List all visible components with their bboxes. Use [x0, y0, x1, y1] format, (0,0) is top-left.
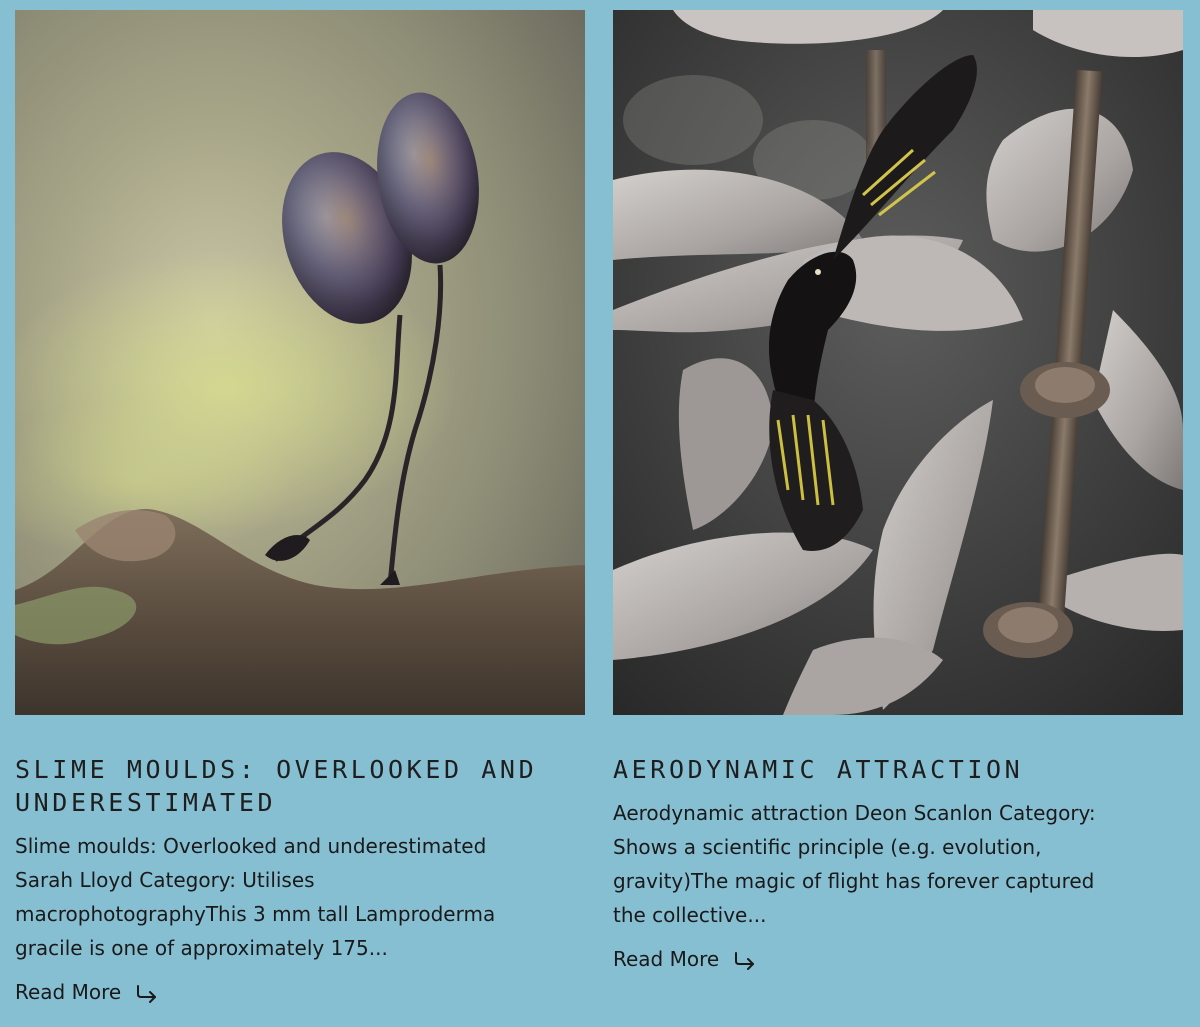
bird-whirligig-photo[interactable] [613, 10, 1183, 715]
article-title[interactable]: Slime moulds: Overlooked and underestima… [15, 753, 585, 819]
read-more-link[interactable]: Read More [15, 978, 159, 1006]
turn-right-arrow-icon [135, 982, 159, 1003]
article-card: Aerodynamic Attraction Aerodynamic attra… [613, 10, 1183, 973]
article-card: Slime moulds: Overlooked and underestima… [15, 10, 585, 1006]
read-more-label: Read More [15, 980, 122, 1004]
read-more-link[interactable]: Read More [613, 945, 757, 973]
read-more-label: Read More [613, 947, 720, 971]
article-excerpt: Aerodynamic attraction Deon Scanlon Cate… [613, 801, 1096, 927]
slime-mould-photo[interactable] [15, 10, 585, 715]
article-title[interactable]: Aerodynamic Attraction [613, 753, 1183, 786]
turn-right-arrow-icon [733, 949, 757, 970]
article-excerpt: Slime moulds: Overlooked and underestima… [15, 834, 496, 960]
